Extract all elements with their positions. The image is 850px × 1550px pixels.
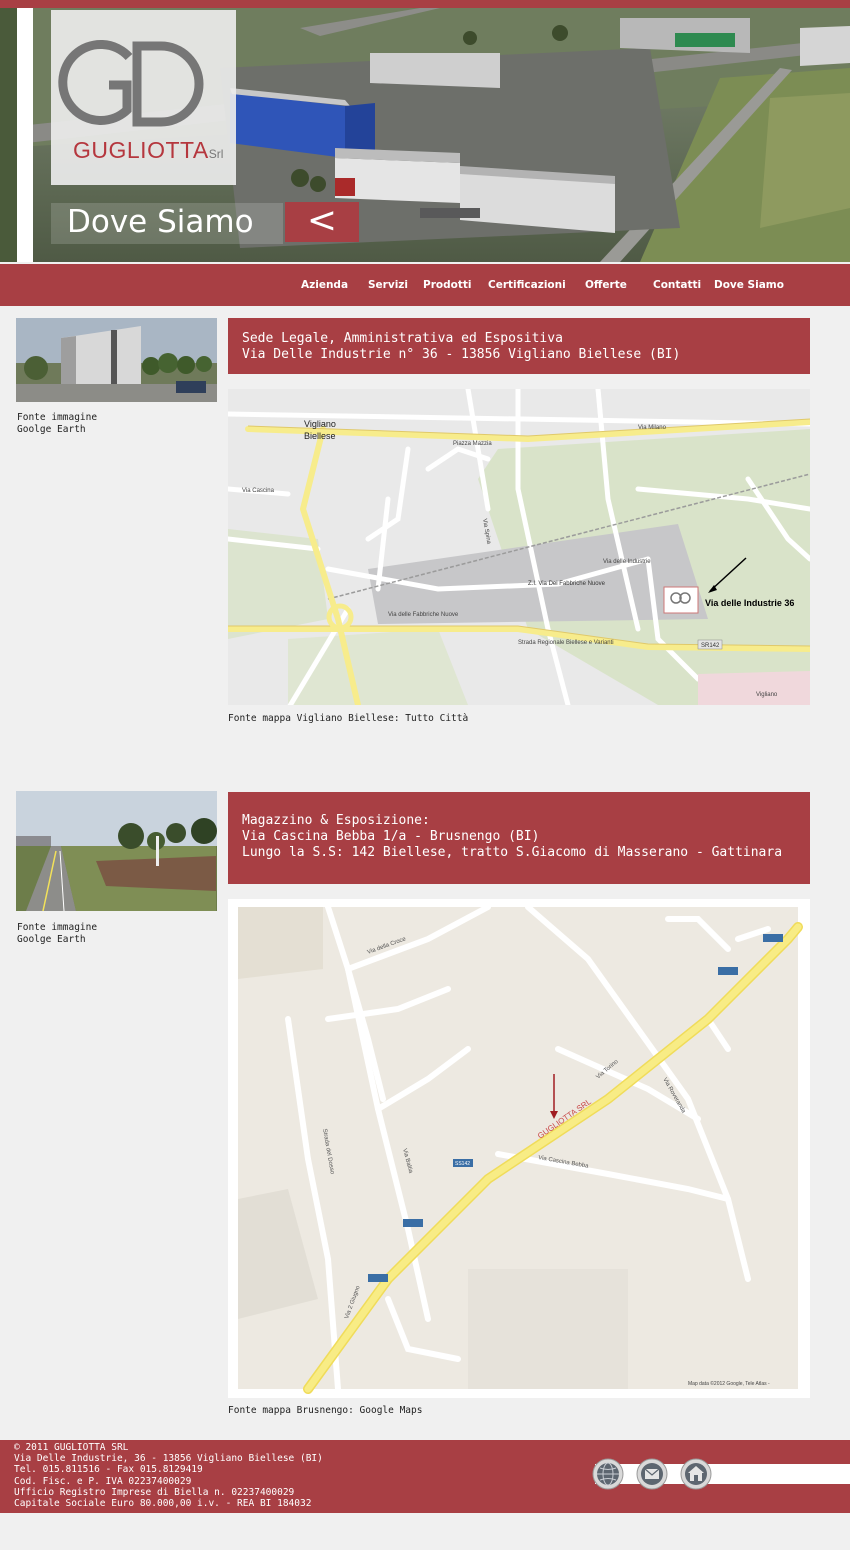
nav-item-contatti[interactable]: Contatti bbox=[653, 279, 701, 291]
map-road-badge: SR142 bbox=[701, 643, 720, 649]
nav-item-azienda[interactable]: Azienda bbox=[301, 279, 348, 291]
map-label-fabbriche: Via delle Fabbriche Nuove bbox=[388, 612, 459, 618]
globe-icon[interactable] bbox=[592, 1458, 624, 1490]
page-title: Dove Siamo bbox=[67, 204, 254, 240]
map-label-via-cascina: Via Cascina bbox=[242, 488, 275, 494]
location-photo-brusnengo bbox=[16, 791, 217, 911]
map-label-corner: Vigliano bbox=[756, 692, 778, 698]
address-box-magazzino: Magazzino & Esposizione: Via Cascina Beb… bbox=[228, 792, 810, 884]
map-label-town: Vigliano bbox=[304, 419, 336, 429]
map-brusnengo[interactable]: Via Torino Via Cascina Bebba Via Roveran… bbox=[228, 899, 810, 1398]
top-accent-bar bbox=[0, 0, 850, 8]
footer-icon-strip bbox=[595, 1464, 850, 1484]
footer-line: Tel. 015.811516 - Fax 015.8129419 bbox=[14, 1464, 203, 1476]
footer-line: Via Delle Industrie, 36 - 13856 Vigliano… bbox=[14, 1453, 323, 1465]
map-label-strada-regionale: Strada Regionale Biellese e Varianti bbox=[518, 640, 614, 646]
map-attribution: Map data ©2012 Google, Tele Atlas - bbox=[688, 1380, 770, 1387]
address-box-sede-legale: Sede Legale, Amministrativa ed Espositiv… bbox=[228, 318, 810, 374]
nav-item-certificazioni[interactable]: Certificazioni bbox=[488, 279, 566, 291]
logo-suffix: Srl bbox=[208, 147, 224, 161]
footer-line: © 2011 GUGLIOTTA SRL bbox=[14, 1442, 129, 1453]
address-line: Sede Legale, Amministrativa ed Espositiv… bbox=[242, 331, 563, 346]
map-pin-label: Via delle Industrie 36 bbox=[705, 598, 794, 608]
photo-caption: Fonte immagine Goolge Earth bbox=[17, 412, 98, 435]
mail-icon[interactable] bbox=[636, 1458, 668, 1490]
footer-line: Capitale Sociale Euro 80.000,00 i.v. - R… bbox=[14, 1498, 312, 1510]
address-line: Via Cascina Bebba 1/a - Brusnengo (BI) bbox=[242, 829, 540, 844]
address-line: Lungo la S.S: 142 Biellese, tratto S.Gia… bbox=[242, 845, 783, 860]
address-line: Magazzino & Esposizione: bbox=[242, 813, 430, 828]
photo-caption: Fonte immagine Goolge Earth bbox=[17, 922, 98, 945]
nav-item-prodotti[interactable]: Prodotti bbox=[423, 279, 471, 291]
map-road-badge: SS142 bbox=[455, 1161, 470, 1167]
footer-company-info: © 2011 GUGLIOTTA SRL Via Delle Industrie… bbox=[14, 1442, 323, 1509]
map-label-town-2: Biellese bbox=[304, 431, 336, 441]
map-source-caption: Fonte mappa Vigliano Biellese: Tutto Cit… bbox=[228, 713, 469, 724]
location-photo-vigliano bbox=[16, 318, 217, 402]
map-label-via-milano: Via Milano bbox=[638, 425, 667, 431]
map-vigliano-biellese[interactable]: Vigliano Biellese Piazza Mazzia Via Mila… bbox=[228, 389, 810, 705]
map-source-caption: Fonte mappa Brusnengo: Google Maps bbox=[228, 1405, 423, 1416]
logo-wordmark: GUGLIOTTASrl bbox=[73, 137, 224, 163]
footer-line: Cod. Fisc. e P. IVA 02237400029 bbox=[14, 1475, 192, 1487]
map-label-zona-industriale: Z.I. Via Dei Fabbriche Nuove bbox=[528, 581, 606, 587]
map-label-piazza: Piazza Mazzia bbox=[453, 441, 492, 447]
address-line: Via Delle Industrie n° 36 - 13856 Viglia… bbox=[242, 347, 681, 362]
nav-item-servizi[interactable]: Servizi bbox=[368, 279, 408, 291]
nav-item-offerte[interactable]: Offerte bbox=[585, 279, 627, 291]
back-button[interactable]: < bbox=[285, 202, 359, 242]
nav-item-dove-siamo[interactable]: Dove Siamo bbox=[714, 279, 784, 291]
map-label-via-industrie: Via delle Industrie bbox=[603, 559, 651, 565]
home-icon[interactable] bbox=[680, 1458, 712, 1490]
footer-line: Ufficio Registro Imprese di Biella n. 02… bbox=[14, 1486, 295, 1498]
